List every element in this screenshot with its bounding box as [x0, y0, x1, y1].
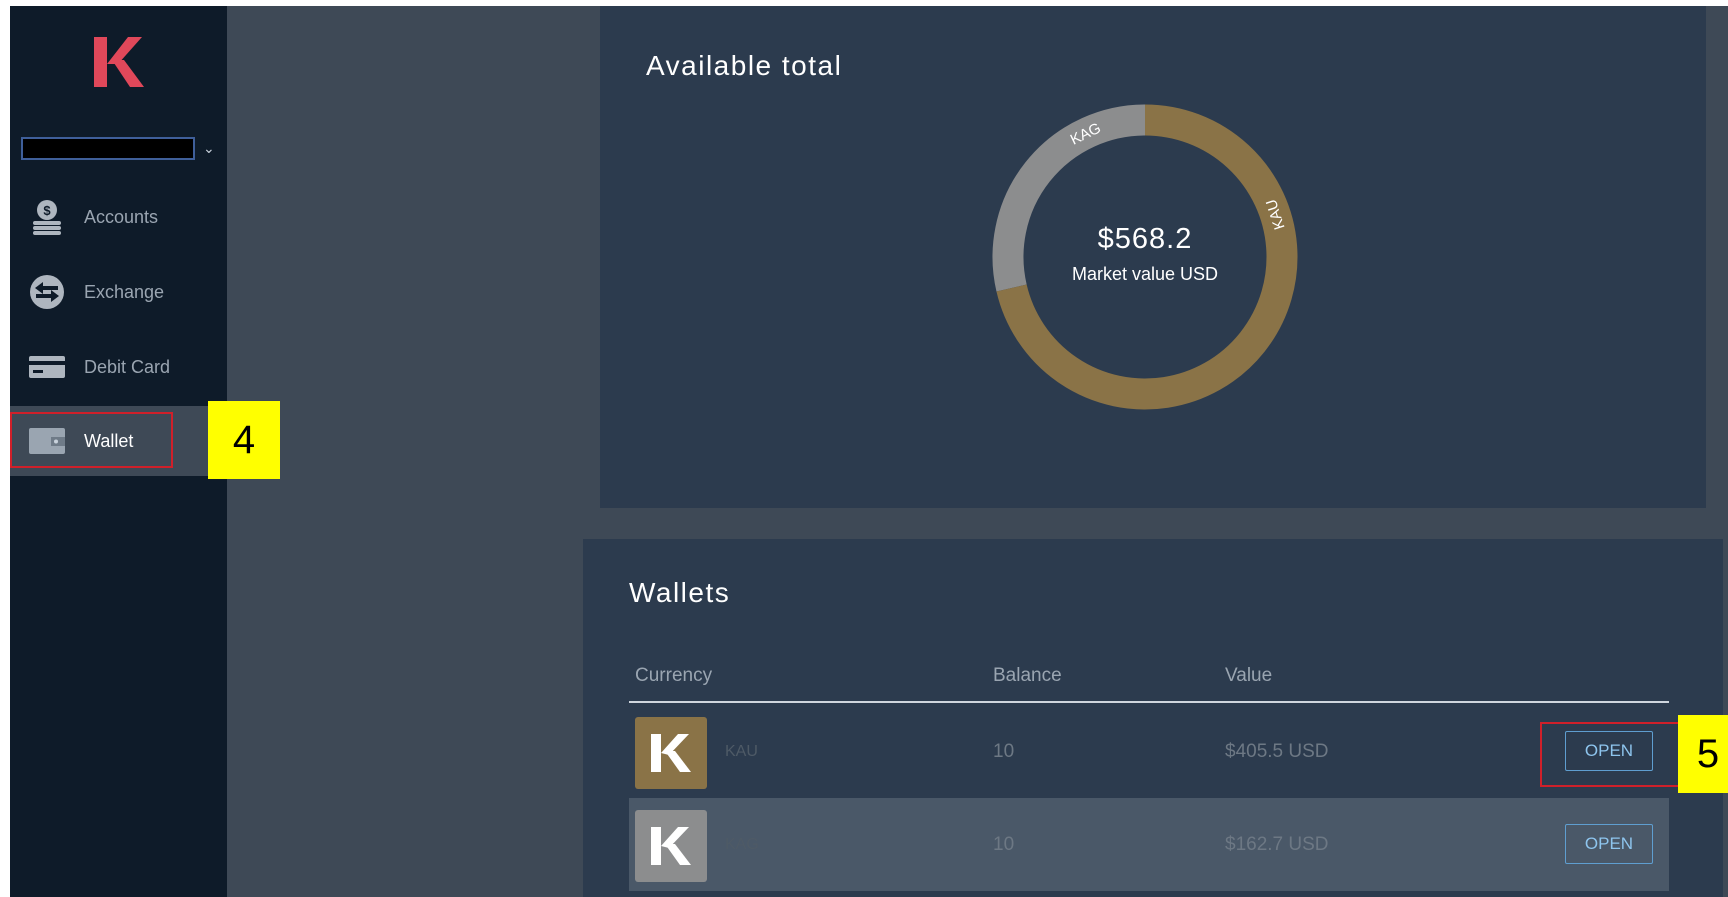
- wallets-title: Wallets: [629, 577, 731, 608]
- balance-cell: 10: [993, 834, 1015, 855]
- kag-coin-icon: [635, 810, 707, 882]
- app-window: ⌄ $ Accounts Exchange Debit Card Wallet …: [10, 6, 1728, 897]
- column-header-currency: Currency: [635, 665, 713, 686]
- table-row: KAU 10 $405.5 USD OPEN: [629, 705, 1669, 798]
- value-cell: $162.7 USD: [1225, 834, 1329, 855]
- table-row: KAG 10 $162.7 USD OPEN: [629, 798, 1669, 891]
- sidebar-item-accounts[interactable]: $ Accounts: [10, 182, 227, 252]
- wallets-panel: Wallets Currency Balance Value KAU 10 $4…: [583, 539, 1723, 897]
- sidebar-item-debit-card[interactable]: Debit Card: [10, 332, 227, 402]
- coin-stack-icon: $: [33, 200, 61, 235]
- sidebar-item-label: Debit Card: [84, 357, 171, 377]
- exchange-arrows-icon: [30, 275, 64, 309]
- available-total-title: Available total: [646, 50, 843, 81]
- chevron-down-icon[interactable]: ⌄: [203, 138, 215, 158]
- step-4-badge: 4: [208, 401, 280, 479]
- open-kag-wallet-button[interactable]: OPEN: [1565, 824, 1653, 864]
- column-header-value: Value: [1225, 665, 1273, 686]
- open-button-highlight-box: [1540, 722, 1680, 787]
- sidebar-item-exchange[interactable]: Exchange: [10, 257, 227, 327]
- kinesis-logo: [94, 37, 144, 87]
- available-total-donut: $568.2 Market value USD KAGKAU: [992, 104, 1298, 410]
- credit-card-icon: [29, 356, 65, 378]
- value-cell: $405.5 USD: [1225, 741, 1329, 762]
- step-5-badge: 5: [1678, 715, 1728, 793]
- wallet-highlight-box: [10, 412, 173, 468]
- available-total-panel: Available total $568.2 Market value USD …: [600, 6, 1706, 508]
- sidebar-item-label: Exchange: [84, 282, 165, 302]
- column-header-balance: Balance: [993, 665, 1062, 686]
- kau-coin-icon: [635, 717, 707, 789]
- balance-cell: 10: [993, 741, 1015, 762]
- currency-name: KAG: [725, 836, 759, 853]
- table-header-divider: [629, 701, 1669, 703]
- donut-segments: [992, 104, 1298, 410]
- total-amount: $568.2: [1098, 223, 1193, 255]
- total-caption: Market value USD: [1072, 264, 1218, 284]
- currency-name: KAU: [725, 743, 758, 760]
- sidebar-item-label: Accounts: [84, 207, 159, 227]
- svg-text:$: $: [43, 203, 51, 218]
- account-select[interactable]: [21, 137, 195, 160]
